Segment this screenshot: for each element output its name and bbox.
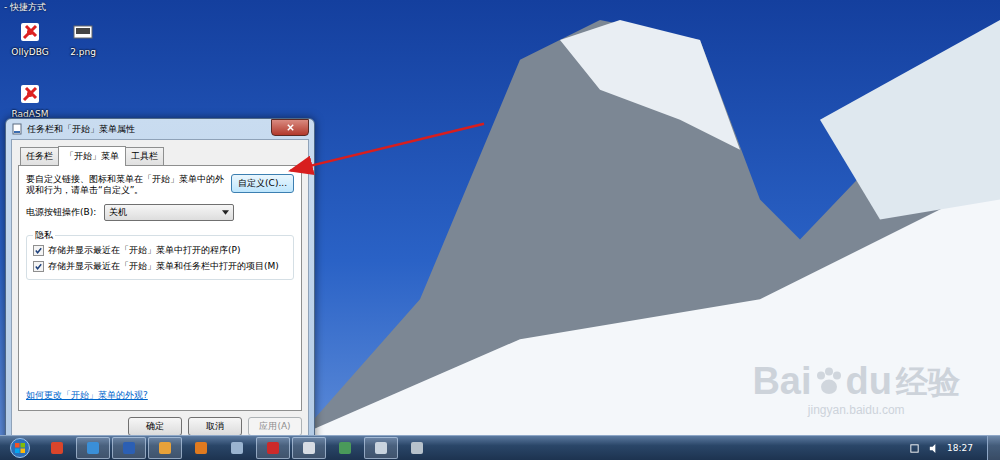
app-icon — [375, 442, 387, 454]
app-icon — [303, 442, 315, 454]
paw-icon — [813, 366, 845, 398]
help-link[interactable]: 如何更改「开始」菜单的外观? — [26, 389, 294, 402]
system-tray: 18:27 — [909, 436, 1000, 460]
show-desktop-button[interactable] — [987, 436, 1000, 460]
desktop-icon[interactable]: OllyDBG — [2, 20, 58, 57]
dialog-button[interactable]: 确定 — [128, 417, 182, 435]
taskbar-app[interactable] — [328, 437, 362, 459]
taskbar-app[interactable] — [40, 437, 74, 459]
desktop-caption: - 快捷方式 — [4, 1, 46, 14]
clock: 18:27 — [947, 443, 979, 453]
watermark: Baidu经验jingyan.baidu.com — [752, 361, 960, 417]
dialog-body: 任务栏「开始」菜单工具栏要自定义链接、图标和菜单在「开始」菜单中的外观和行为，请… — [11, 139, 309, 435]
checkmark-icon — [34, 262, 43, 271]
checkmark-icon — [34, 246, 43, 255]
tab-panel: 要自定义链接、图标和菜单在「开始」菜单中的外观和行为，请单击“自定义”。自定义(… — [18, 165, 302, 411]
power-dropdown[interactable]: 关机 — [104, 204, 234, 221]
taskbar-app[interactable] — [292, 437, 326, 459]
taskbar: 18:27 — [0, 435, 1000, 460]
privacy-checkbox[interactable]: 存储并显示最近在「开始」菜单和任务栏中打开的项目(M) — [33, 260, 287, 273]
dropdown-arrow-icon — [222, 210, 229, 215]
desktop-icon[interactable]: RadASM — [2, 82, 58, 119]
checkbox-box — [33, 261, 44, 272]
properties-dialog: 任务栏和「开始」菜单属性任务栏「开始」菜单工具栏要自定义链接、图标和菜单在「开始… — [5, 118, 315, 435]
dialog-button[interactable]: 取消 — [188, 417, 242, 435]
app-icon — [159, 442, 171, 454]
image-file-icon — [71, 20, 95, 44]
app-icon — [123, 442, 135, 454]
power-label: 电源按钮操作(B): — [26, 206, 96, 219]
app-icon — [267, 442, 279, 454]
start-button[interactable] — [0, 438, 40, 458]
app-icon — [87, 442, 99, 454]
dialog-button[interactable]: 应用(A) — [248, 417, 302, 435]
dialog-buttons: 确定取消应用(A) — [18, 411, 302, 435]
taskbar-app[interactable] — [112, 437, 146, 459]
taskbar-app[interactable] — [184, 437, 218, 459]
app-icon — [411, 442, 423, 454]
taskbar-app[interactable] — [400, 437, 434, 459]
tab[interactable]: 「开始」菜单 — [58, 146, 126, 166]
screen: - 快捷方式OllyDBG2.pngRadASM任务栏和「开始」菜单属性任务栏「… — [0, 0, 1000, 460]
taskbar-app[interactable] — [76, 437, 110, 459]
tab-bar: 任务栏「开始」菜单工具栏 — [18, 146, 302, 165]
privacy-group: 隐私存储并显示最近在「开始」菜单中打开的程序(P)存储并显示最近在「开始」菜单和… — [26, 229, 294, 280]
app-icon — [231, 442, 243, 454]
taskbar-app[interactable] — [364, 437, 398, 459]
desktop: - 快捷方式OllyDBG2.pngRadASM任务栏和「开始」菜单属性任务栏「… — [0, 0, 1000, 435]
bug-app-icon — [18, 20, 42, 44]
close-button[interactable] — [271, 119, 309, 136]
title-bar: 任务栏和「开始」菜单属性 — [11, 119, 309, 139]
speaker-icon[interactable] — [928, 443, 939, 454]
windows-orb-icon — [10, 438, 30, 458]
taskbar-app[interactable] — [256, 437, 290, 459]
taskbar-app[interactable] — [148, 437, 182, 459]
tab[interactable]: 任务栏 — [20, 147, 59, 165]
taskbar-app[interactable] — [220, 437, 254, 459]
close-icon — [286, 123, 295, 132]
bug-app-icon — [18, 82, 42, 106]
description-text: 要自定义链接、图标和菜单在「开始」菜单中的外观和行为，请单击“自定义”。 — [26, 174, 225, 196]
app-icon — [339, 442, 351, 454]
desktop-icon[interactable]: 2.png — [55, 20, 111, 57]
taskbar-settings-icon — [11, 123, 23, 135]
app-icon — [51, 442, 63, 454]
checkbox-box — [33, 245, 44, 256]
privacy-checkbox[interactable]: 存储并显示最近在「开始」菜单中打开的程序(P) — [33, 244, 287, 257]
customize-button[interactable]: 自定义(C)... — [231, 174, 294, 193]
action-center-flag-icon[interactable] — [909, 443, 920, 454]
tab[interactable]: 工具栏 — [125, 147, 164, 165]
app-icon — [195, 442, 207, 454]
